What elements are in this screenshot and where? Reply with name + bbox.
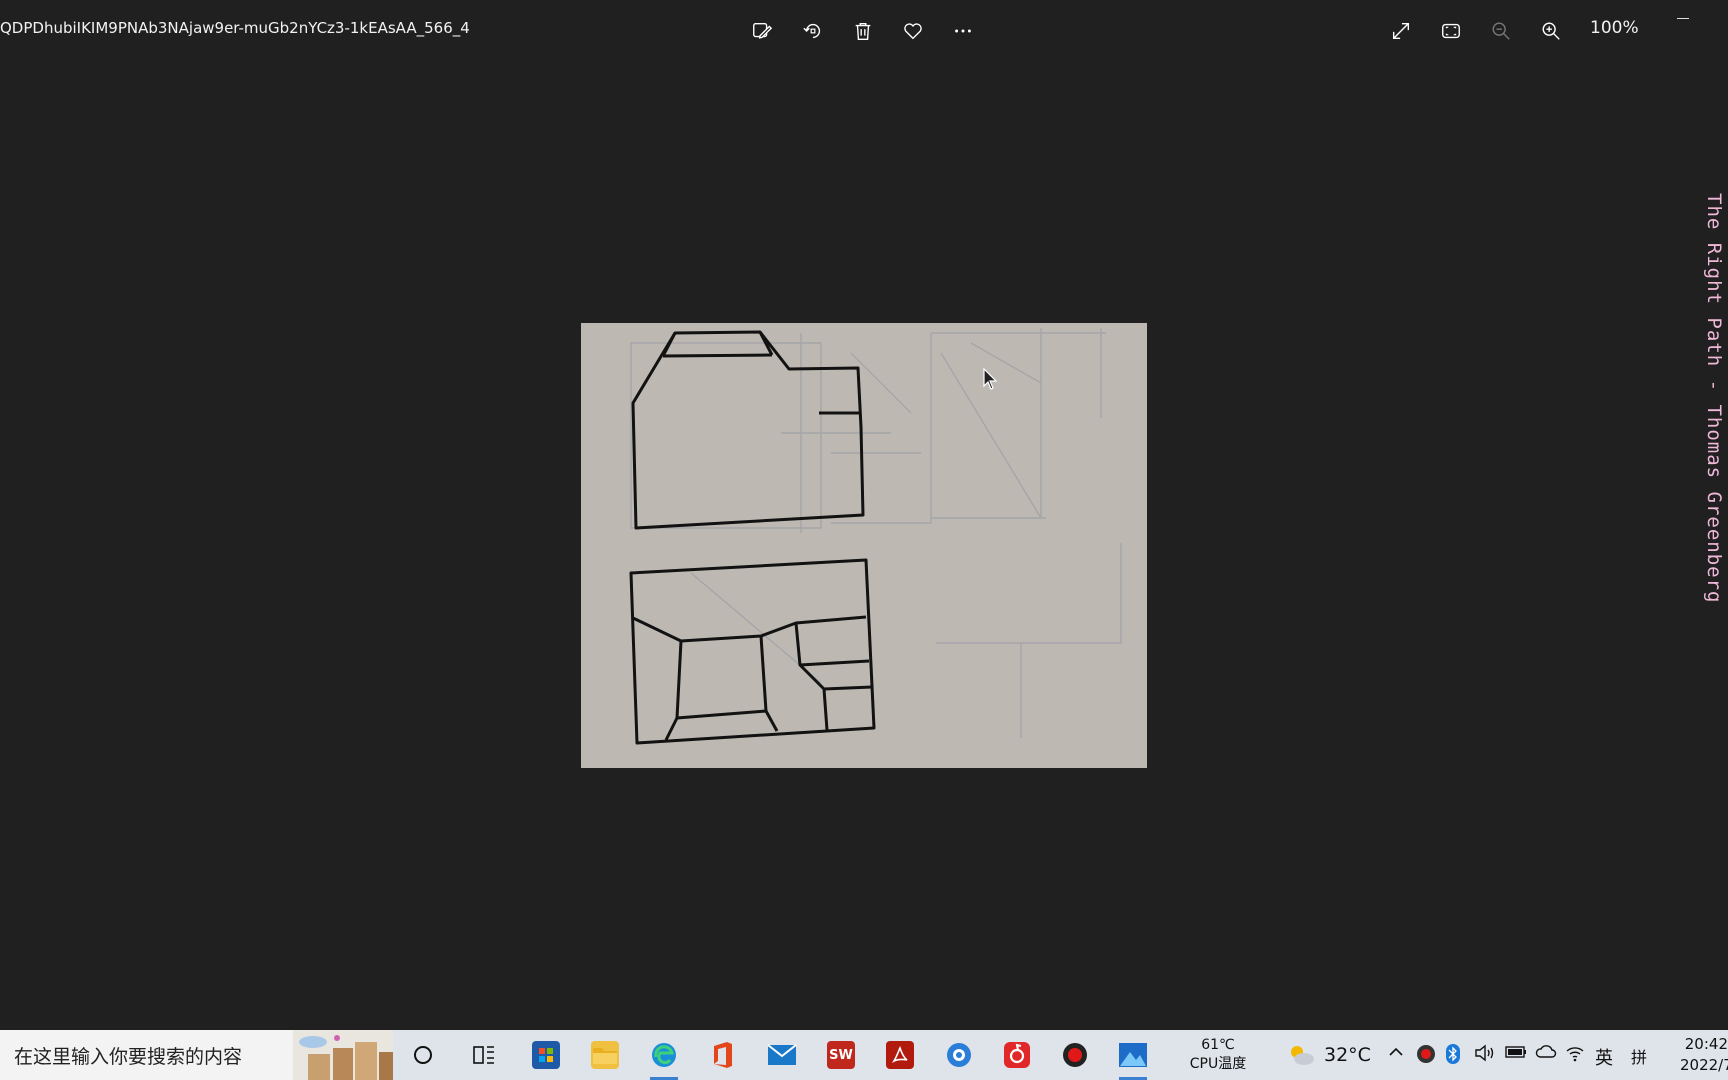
taskbar-app-office[interactable] [705,1038,741,1072]
solidworks-icon: SW [827,1041,855,1069]
cpu-temperature-widget[interactable]: 61℃ CPU温度 [1176,1036,1260,1074]
taskbar-app-blue[interactable] [941,1038,977,1072]
minimize-button[interactable] [1668,6,1698,30]
photo-viewer-window: QDPDhubiIKIM9PNAb3NAjaw9er-muGb2nYCz3-1k… [0,0,1728,1030]
cpu-temp-label: CPU温度 [1189,1056,1247,1072]
ime-mode-indicator[interactable]: 拼 [1631,1044,1647,1068]
fit-to-window-button[interactable] [1434,14,1468,48]
heart-icon [904,23,922,40]
cpu-temp-value: 61℃ [1201,1037,1235,1053]
partly-cloudy-icon [1291,1046,1314,1065]
edit-image-button[interactable] [745,14,779,48]
show-hidden-icons-button[interactable] [1388,1044,1404,1065]
weather-widget[interactable]: 32°C [1286,1043,1371,1067]
taskbar-app-acrobat[interactable] [882,1038,918,1072]
acrobat-icon [886,1041,914,1069]
mail-icon [767,1044,797,1065]
viewer-toolbar: QDPDhubiIKIM9PNAb3NAjaw9er-muGb2nYCz3-1k… [0,0,1728,60]
store-icon [532,1041,560,1069]
battery-icon[interactable] [1505,1044,1527,1065]
file-name: QDPDhubiIKIM9PNAb3NAjaw9er-muGb2nYCz3-1k… [0,19,470,37]
cortana-circle-icon [414,1046,432,1064]
netease-music-icon [1004,1042,1030,1068]
taskbar-app-file-explorer[interactable] [587,1038,623,1072]
zoom-in-icon [1542,22,1560,40]
ime-language-indicator[interactable]: 英 [1595,1044,1613,1070]
fullscreen-button[interactable] [1384,14,1418,48]
delete-button[interactable] [846,14,880,48]
cortana-button[interactable] [405,1038,441,1072]
taskbar-app-photos[interactable] [1115,1038,1151,1080]
recorder-icon [1063,1043,1087,1067]
taskbar-app-netease-music[interactable] [999,1038,1035,1072]
tray-recorder-icon[interactable] [1416,1044,1436,1069]
network-wifi-icon[interactable] [1565,1044,1585,1067]
mouse-cursor-icon [983,368,998,390]
bluetooth-icon[interactable] [1446,1044,1460,1069]
onedrive-cloud-icon[interactable] [1535,1044,1557,1065]
taskbar-clock[interactable]: 20:42 2022/7/ [1680,1034,1728,1076]
zoom-in-button[interactable] [1534,14,1568,48]
delete-icon [855,22,871,40]
expand-icon [1392,22,1410,40]
taskbar-app-edge[interactable] [646,1038,682,1080]
favorite-button[interactable] [896,14,930,48]
weather-temp: 32°C [1324,1044,1371,1066]
taskbar-app-solidworks[interactable]: SW [823,1038,859,1072]
zoom-out-button[interactable] [1484,14,1518,48]
rotate-icon [803,23,821,39]
office-icon [714,1042,732,1068]
zoom-level[interactable]: 100% [1590,18,1639,38]
folder-icon [591,1041,619,1069]
rotate-button[interactable] [796,14,830,48]
displayed-image [581,323,1147,768]
zoom-out-icon [1492,22,1510,40]
photos-icon [1119,1043,1147,1067]
taskbar-app-store[interactable] [528,1038,564,1072]
clock-time: 20:42 [1684,1035,1728,1053]
search-highlight-illustration-icon [293,1030,393,1080]
more-button[interactable] [946,14,980,48]
volume-icon[interactable] [1474,1044,1496,1067]
overlay-lyrics-text: The Right Path - Thomas Greenberg [1703,193,1725,604]
taskbar: 在这里输入你要搜索的内容 SW 61℃ CPU温度 32°C 英 拼 20:42… [0,1030,1728,1080]
app-blue-icon [947,1043,971,1067]
edit-image-icon [753,22,773,39]
taskbar-search-box[interactable]: 在这里输入你要搜索的内容 [0,1030,393,1080]
more-icon [955,29,971,33]
taskbar-app-mail[interactable] [764,1038,800,1072]
clock-date: 2022/7/ [1680,1056,1728,1074]
fit-window-icon [1442,23,1460,39]
search-placeholder: 在这里输入你要搜索的内容 [14,1045,243,1068]
edge-icon [652,1043,676,1067]
taskbar-app-recorder[interactable] [1057,1038,1093,1072]
chevron-up-icon [1389,1047,1403,1056]
task-view-icon [473,1046,494,1064]
task-view-button[interactable] [466,1038,502,1072]
